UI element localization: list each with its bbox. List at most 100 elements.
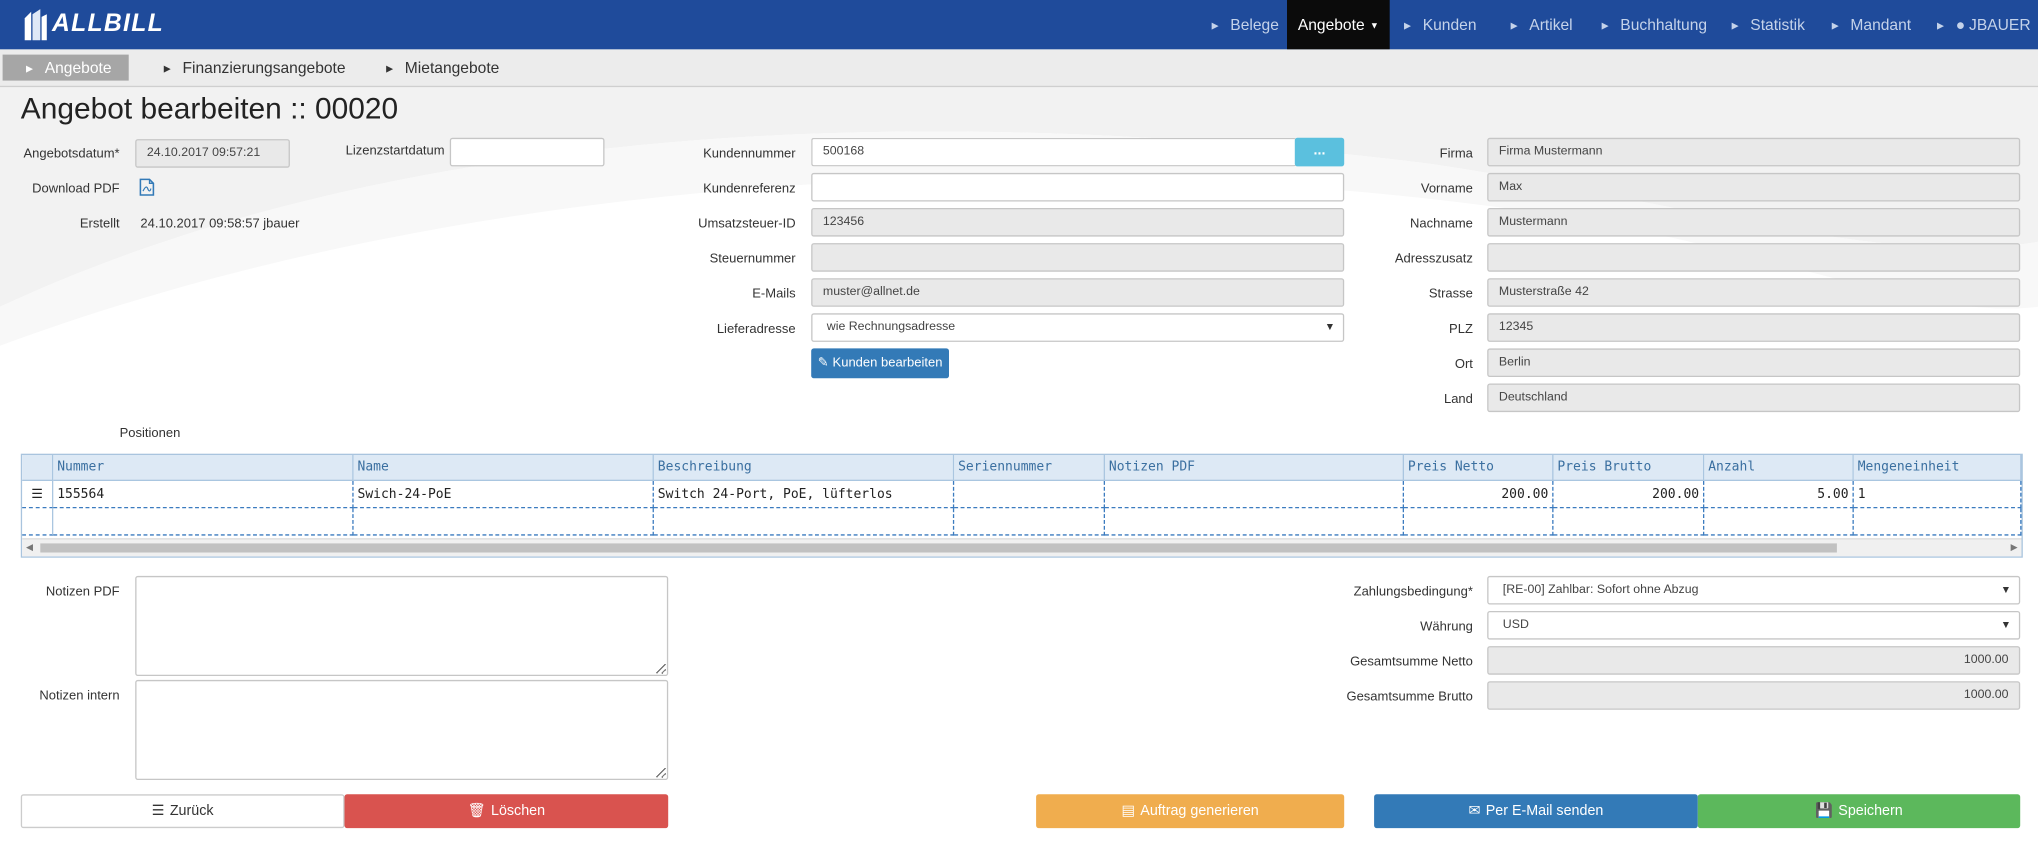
- empty-cell[interactable]: [1105, 508, 1404, 536]
- customer-picker-button[interactable]: ...: [1294, 137, 1345, 167]
- erstellt-value: 24.10.2017 09:58:57 jbauer: [140, 217, 300, 232]
- land-field[interactable]: Deutschland: [1487, 383, 2021, 413]
- column-header[interactable]: Notizen PDF: [1105, 454, 1404, 481]
- firma-label: Firma: [1439, 146, 1473, 162]
- lieferadresse-select[interactable]: wie Rechnungsadresse ▼: [811, 313, 1345, 342]
- button-label: Zurück: [169, 803, 214, 819]
- email-senden-button[interactable]: ✉ Per E-Mail senden: [1374, 794, 1698, 829]
- table-cell[interactable]: [1105, 480, 1404, 509]
- nav-mandant[interactable]: ▶ Mandant: [1832, 0, 1911, 49]
- nav-label: Angebote: [1297, 15, 1365, 34]
- column-header[interactable]: Seriennummer: [954, 454, 1105, 481]
- table-cell[interactable]: [954, 480, 1105, 509]
- kundennummer-field[interactable]: 500168: [811, 137, 1297, 167]
- brand-logo[interactable]: ALLBILL: [21, 5, 164, 44]
- nav-belege[interactable]: ▶ Belege: [1212, 0, 1279, 49]
- trash-icon: 🗑: [467, 803, 486, 819]
- nav-kunden[interactable]: ▶ Kunden: [1404, 0, 1476, 49]
- gesamtsumme-netto-field[interactable]: 1000.00: [1487, 646, 2021, 675]
- column-header[interactable]: Anzahl: [1704, 454, 1854, 481]
- notizen-pdf-textarea[interactable]: [135, 575, 669, 676]
- nav-artikel[interactable]: ▶ Artikel: [1511, 0, 1573, 49]
- zurueck-button[interactable]: ☰ Zurück: [20, 794, 345, 829]
- nav-statistik[interactable]: ▶ Statistik: [1732, 0, 1805, 49]
- adresszusatz-field[interactable]: [1487, 243, 2021, 272]
- gesamtsumme-brutto-label: Gesamtsumme Brutto: [1346, 690, 1473, 705]
- firma-field[interactable]: Firma Mustermann: [1487, 137, 2021, 167]
- lizenzstartdatum-label: Lizenzstartdatum: [345, 144, 445, 159]
- lizenzstartdatum-field[interactable]: [449, 137, 605, 167]
- plz-field[interactable]: 12345: [1487, 313, 2021, 342]
- nachname-field[interactable]: Mustermann: [1487, 208, 2021, 237]
- ust-id-field[interactable]: 123456: [811, 208, 1345, 237]
- subnav-angebote[interactable]: ▶ Angebote: [2, 54, 129, 81]
- erstellt-label: Erstellt: [79, 217, 120, 232]
- drag-handle-icon[interactable]: ☰: [22, 480, 54, 509]
- caret-right-icon: ▶: [1601, 22, 1609, 32]
- emails-label: E-Mails: [752, 287, 796, 302]
- angebotsdatum-field[interactable]: 24.10.2017 09:57:21: [135, 139, 290, 168]
- table-cell[interactable]: 155564: [53, 480, 354, 509]
- scroll-left-icon[interactable]: ◀: [26, 540, 33, 557]
- horizontal-scrollbar[interactable]: ◀ ▶: [22, 538, 2022, 557]
- adresszusatz-label: Adresszusatz: [1394, 252, 1473, 267]
- column-header[interactable]: Nummer: [53, 454, 354, 481]
- nav-buchhaltung[interactable]: ▶ Buchhaltung: [1602, 0, 1707, 49]
- zahlungsbedingung-select[interactable]: [RE-00] Zahlbar: Sofort ohne Abzug ▼: [1487, 575, 2021, 605]
- empty-cell[interactable]: [1853, 508, 2022, 536]
- subnav-finanzierungsangebote[interactable]: ▶ Finanzierungsangebote: [164, 55, 346, 81]
- empty-cell[interactable]: [1553, 508, 1705, 536]
- empty-cell[interactable]: [653, 508, 955, 536]
- empty-cell[interactable]: [53, 508, 354, 536]
- caret-right-icon: ▶: [26, 65, 34, 75]
- kundenreferenz-field[interactable]: [811, 172, 1345, 202]
- strasse-field[interactable]: Musterstraße 42: [1487, 278, 2021, 307]
- loeschen-button[interactable]: 🗑 Löschen: [344, 794, 669, 829]
- steuernummer-label: Steuernummer: [709, 252, 796, 267]
- pdf-file-icon[interactable]: [139, 178, 155, 196]
- vorname-label: Vorname: [1420, 182, 1473, 197]
- table-cell[interactable]: 1: [1853, 480, 2022, 509]
- column-header[interactable]: Name: [353, 454, 654, 481]
- speichern-button[interactable]: 💾 Speichern: [1697, 794, 2021, 829]
- table-cell[interactable]: Switch 24-Port, PoE, lüfterlos: [653, 480, 955, 509]
- caret-down-icon: ▼: [1369, 22, 1379, 32]
- gesamtsumme-brutto-field[interactable]: 1000.00: [1487, 681, 2021, 710]
- empty-cell[interactable]: [1704, 508, 1854, 536]
- logo-icon: [24, 9, 47, 41]
- lieferadresse-label: Lieferadresse: [716, 322, 796, 337]
- positionen-label: Positionen: [119, 426, 181, 441]
- button-label: Per E-Mail senden: [1485, 803, 1604, 819]
- caret-right-icon: ▶: [1510, 22, 1518, 32]
- empty-cell[interactable]: [954, 508, 1105, 536]
- notizen-intern-label: Notizen intern: [39, 689, 120, 704]
- emails-field[interactable]: muster@allnet.de: [811, 278, 1345, 307]
- button-label: Speichern: [1838, 803, 1903, 819]
- table-cell[interactable]: 200.00: [1553, 480, 1705, 509]
- column-header[interactable]: Preis Brutto: [1553, 454, 1705, 481]
- vorname-field[interactable]: Max: [1487, 172, 2021, 202]
- empty-row-handle: [22, 508, 54, 536]
- column-header[interactable]: Mengeneinheit: [1853, 454, 2022, 481]
- nav-user[interactable]: ▶ ● JBAUER: [1937, 0, 2031, 49]
- scroll-right-icon[interactable]: ▶: [2011, 540, 2018, 557]
- column-header[interactable]: Preis Netto: [1404, 454, 1554, 481]
- empty-cell[interactable]: [353, 508, 654, 536]
- table-cell[interactable]: Swich-24-PoE: [353, 480, 654, 509]
- positions-grid: Nummer Name Beschreibung Seriennummer No…: [20, 453, 2023, 558]
- waehrung-select[interactable]: USD ▼: [1487, 611, 2021, 640]
- nav-angebote[interactable]: Angebote ▼: [1287, 0, 1390, 50]
- scrollbar-thumb[interactable]: [40, 543, 1837, 553]
- steuernummer-field[interactable]: [811, 243, 1345, 272]
- kunden-bearbeiten-button[interactable]: ✎ Kunden bearbeiten: [811, 348, 949, 379]
- table-cell[interactable]: 5.00: [1704, 480, 1854, 509]
- notizen-intern-textarea[interactable]: [135, 679, 669, 780]
- empty-cell[interactable]: [1404, 508, 1554, 536]
- table-cell[interactable]: 200.00: [1404, 480, 1554, 509]
- nav-label: Artikel: [1529, 15, 1573, 34]
- auftrag-generieren-button[interactable]: ▤ Auftrag generieren: [1036, 794, 1345, 829]
- subnav-mietangebote[interactable]: ▶ Mietangebote: [386, 55, 499, 81]
- column-header[interactable]: Beschreibung: [653, 454, 955, 481]
- ust-id-label: Umsatzsteuer-ID: [698, 217, 796, 232]
- ort-field[interactable]: Berlin: [1487, 348, 2021, 377]
